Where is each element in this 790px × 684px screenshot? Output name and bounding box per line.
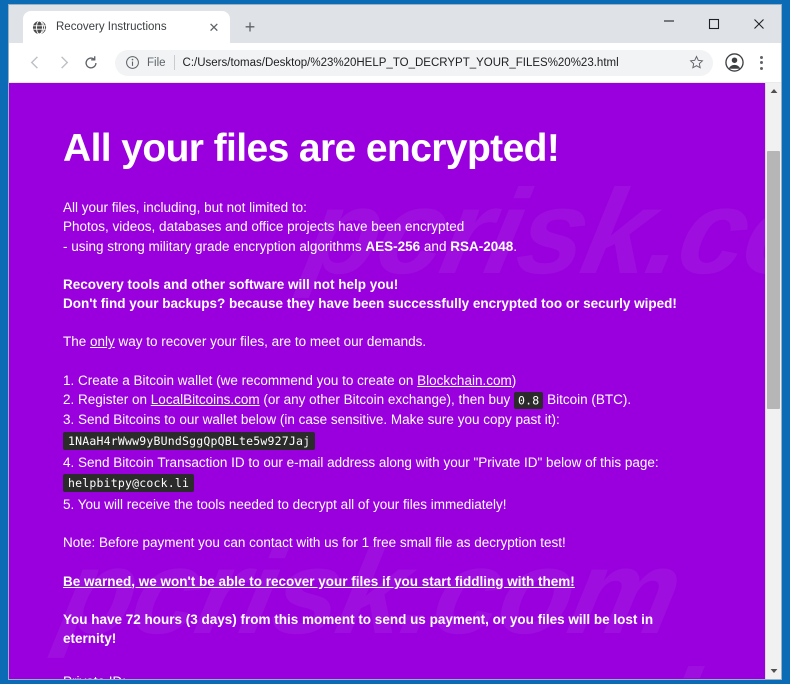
blockchain-link[interactable]: Blockchain.com — [417, 373, 512, 388]
window-controls — [646, 5, 781, 43]
globe-icon — [31, 19, 47, 35]
btc-amount: 0.8 — [514, 391, 544, 409]
step-1-suffix: ) — [511, 372, 517, 388]
localbitcoins-link[interactable]: LocalBitcoins.com — [151, 392, 260, 407]
step-2-mid: (or any other Bitcoin exchange), then bu… — [259, 392, 515, 408]
warning-line-2: Don't find your backups? because they ha… — [63, 296, 677, 312]
browser-toolbar: File C:/Users/tomas/Desktop/%23%20HELP_T… — [9, 43, 781, 83]
intro-line-3: - using strong military grade encryption… — [63, 237, 703, 256]
step-2-prefix: 2. Register on — [63, 392, 151, 408]
bookmark-star-icon[interactable] — [683, 52, 709, 74]
step-2-suffix: Bitcoin (BTC). — [543, 392, 632, 408]
minimize-button[interactable] — [646, 5, 691, 43]
intro-line-3-prefix: - using strong military grade encryption… — [63, 238, 366, 254]
demands-line: The only way to recover your files, are … — [63, 332, 703, 351]
step-4: 4. Send Bitcoin Transaction ID to our e-… — [63, 454, 659, 470]
demands-emphasis: only — [90, 334, 115, 350]
back-button[interactable] — [21, 49, 49, 77]
tab-title: Recovery Instructions — [56, 21, 167, 33]
algorithm-aes: AES-256 — [365, 238, 421, 254]
maximize-button[interactable] — [691, 5, 736, 43]
scrollbar-thumb[interactable] — [767, 151, 780, 409]
new-tab-button[interactable]: + — [239, 16, 261, 38]
step-3: 3. Send Bitcoins to our wallet below (in… — [63, 412, 560, 428]
demands-prefix: The — [63, 334, 91, 350]
step-5: 5. You will receive the tools needed to … — [63, 496, 507, 512]
intro-line-1: All your files, including, but not limit… — [63, 200, 307, 215]
intro-line-2: Photos, videos, databases and office pro… — [63, 219, 465, 235]
info-icon[interactable] — [125, 55, 140, 70]
profile-avatar-icon[interactable] — [719, 48, 749, 78]
deadline-text: You have 72 hours (3 days) from this mom… — [63, 611, 654, 647]
close-window-button[interactable] — [736, 5, 781, 43]
warning-line-1: Recovery tools and other software will n… — [63, 276, 399, 292]
page-scrollbar[interactable] — [765, 83, 781, 679]
ransom-note-page: pcrisk.com pcrisk.com pcrisk.com All you… — [9, 83, 765, 679]
forward-button[interactable] — [49, 49, 77, 77]
page-viewport: pcrisk.com pcrisk.com pcrisk.com All you… — [9, 83, 781, 679]
algorithm-rsa: RSA-2048 — [450, 238, 514, 254]
reload-button[interactable] — [77, 49, 105, 77]
kebab-menu-icon[interactable] — [749, 49, 773, 77]
browser-tab[interactable]: Recovery Instructions ✕ — [23, 11, 230, 43]
address-bar[interactable]: File C:/Users/tomas/Desktop/%23%20HELP_T… — [115, 49, 713, 76]
url-scheme-label: File — [147, 56, 166, 69]
email-wrapper: helpbitpy@cock.li — [63, 472, 765, 492]
tab-strip: Recovery Instructions ✕ + — [9, 5, 781, 43]
close-tab-icon[interactable]: ✕ — [206, 19, 222, 35]
step-2: 2. Register on LocalBitcoins.com (or any… — [63, 390, 703, 410]
contact-email[interactable]: helpbitpy@cock.li — [63, 473, 195, 492]
be-warned-text: Be warned, we won't be able to recover y… — [63, 573, 575, 589]
url-text: C:/Users/tomas/Desktop/%23%20HELP_TO_DEC… — [182, 56, 619, 69]
intro-line-3-suffix: . — [513, 238, 517, 254]
step-1-prefix: 1. Create a Bitcoin wallet (we recommend… — [63, 372, 418, 388]
browser-window: Recovery Instructions ✕ + File C:/Users/… — [8, 4, 782, 680]
scroll-up-icon[interactable] — [766, 83, 781, 99]
ransom-note-content: All your files are encrypted! All your f… — [9, 83, 765, 679]
bitcoin-address-wrapper: 1NAaH4rWww9yBUndSggQpQBLte5w927Jaj — [63, 430, 765, 450]
bitcoin-address[interactable]: 1NAaH4rWww9yBUndSggQpQBLte5w927Jaj — [63, 431, 316, 450]
intro-line-3-mid: and — [420, 238, 451, 254]
page-title: All your files are encrypted! — [63, 127, 560, 170]
step-1: 1. Create a Bitcoin wallet (we recommend… — [63, 371, 703, 390]
decryption-test-note: Note: Before payment you can contact wit… — [63, 535, 566, 551]
private-id-label: Private ID: — [63, 674, 765, 679]
scroll-down-icon[interactable] — [766, 663, 781, 679]
omnibox-divider — [173, 55, 175, 70]
demands-suffix: way to recover your files, are to meet o… — [114, 334, 427, 350]
